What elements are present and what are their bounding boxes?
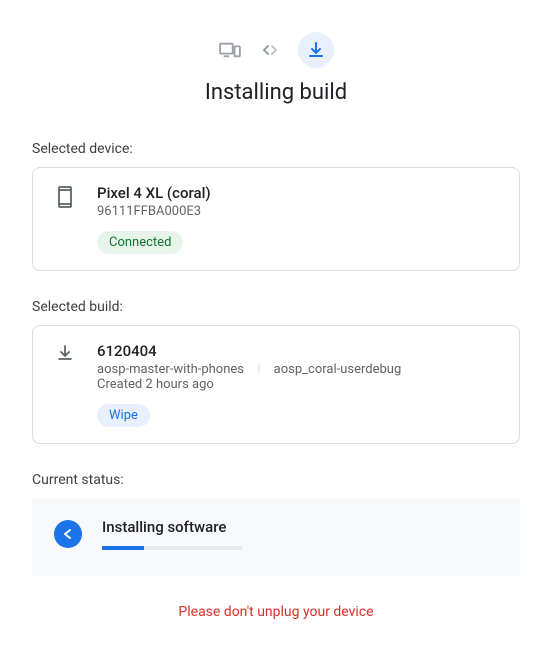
phone-icon	[53, 186, 77, 208]
build-card: 6120404 aosp-master-with-phones | aosp_c…	[32, 325, 520, 444]
status-text: Installing software	[102, 518, 498, 536]
build-meta: aosp-master-with-phones | aosp_coral-use…	[97, 362, 499, 377]
download-icon	[298, 32, 334, 68]
install-status-icon	[54, 520, 82, 548]
connect-icon	[258, 38, 282, 62]
progress-bar	[102, 546, 242, 550]
build-id: 6120404	[97, 342, 499, 360]
status-card: Installing software	[32, 498, 520, 576]
build-branch: aosp-master-with-phones	[97, 362, 244, 377]
progress-fill	[102, 546, 144, 550]
download-small-icon	[53, 344, 77, 362]
connected-badge: Connected	[97, 231, 183, 254]
device-card: Pixel 4 XL (coral) 96111FFBA000E3 Connec…	[32, 167, 520, 271]
build-section-label: Selected build:	[32, 299, 520, 315]
build-target: aosp_coral-userdebug	[274, 362, 402, 377]
device-name: Pixel 4 XL (coral)	[97, 184, 499, 202]
meta-divider: |	[257, 362, 260, 377]
device-section-label: Selected device:	[32, 141, 520, 157]
devices-icon	[218, 38, 242, 62]
unplug-warning: Please don't unplug your device	[32, 604, 520, 620]
wipe-badge: Wipe	[97, 404, 150, 427]
build-created: Created 2 hours ago	[97, 377, 499, 392]
page-title: Installing build	[32, 80, 520, 105]
device-serial: 96111FFBA000E3	[97, 204, 499, 219]
step-indicator	[32, 32, 520, 68]
status-section-label: Current status:	[32, 472, 520, 488]
